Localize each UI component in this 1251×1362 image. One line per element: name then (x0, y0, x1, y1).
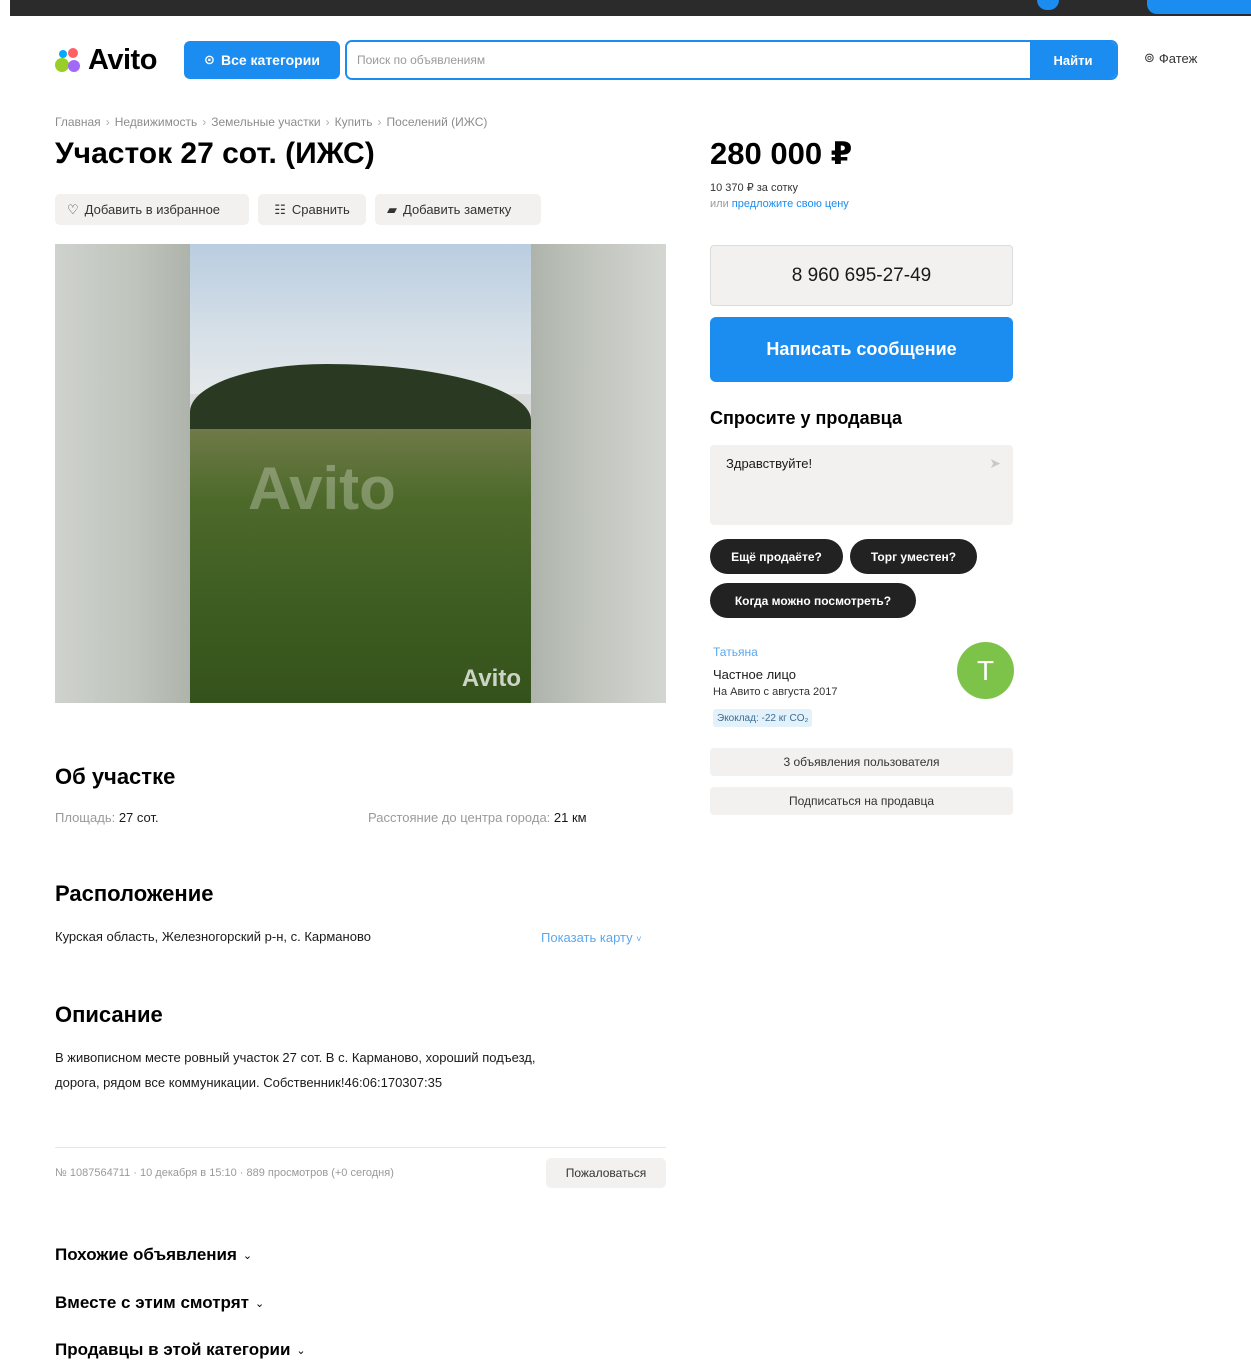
offer-price-link[interactable]: предложите свою цену (732, 198, 849, 210)
top-bar-accent (1037, 0, 1059, 10)
photo-blur-right (531, 244, 666, 703)
top-bar (10, 0, 1251, 16)
seller-type: Частное лицо (713, 667, 796, 682)
search-icon: ⊙ (204, 52, 215, 67)
write-message-button[interactable]: Написать сообщение (710, 317, 1013, 382)
report-button[interactable]: Пожаловаться (546, 1158, 666, 1188)
about-heading: Об участке (55, 764, 176, 789)
listing-photo[interactable]: Avito Avito (190, 244, 531, 703)
listing-title: Участок 27 сот. (ИЖС) (55, 137, 375, 170)
add-note-label: Добавить заметку (403, 202, 512, 217)
breadcrumb-item[interactable]: Главная (55, 115, 101, 129)
breadcrumb-item[interactable]: Недвижимость (115, 115, 198, 129)
compare-button[interactable]: ☷ Сравнить (258, 194, 366, 225)
all-categories-label: Все категории (220, 52, 320, 68)
distance-value: 21 км (553, 810, 587, 825)
listing-actions: ♡ Добавить в избранное ☷ Сравнить ▰ Доба… (55, 194, 541, 225)
also-viewed-toggle[interactable]: Вместе с этим смотрят ⌄ (55, 1293, 264, 1313)
area-param: Площадь: 27 сот. (55, 810, 159, 825)
area-value: 27 сот. (118, 810, 159, 825)
offer-price: или предложите свою цену (710, 198, 849, 210)
photo-watermark-corner: Avito (461, 665, 521, 692)
price-per-unit: 10 370 ₽ за сотку (710, 182, 798, 194)
breadcrumb-separator: › (105, 115, 110, 129)
add-to-favorites-label: Добавить в избранное (84, 202, 221, 217)
avito-logo[interactable]: Avito (55, 42, 157, 78)
ask-seller-input[interactable]: Здравствуйте! (710, 445, 980, 525)
search-input[interactable] (347, 42, 1030, 78)
listing-meta: № 1087564711 · 10 декабря в 15:10 · 889 … (55, 1167, 394, 1179)
chevron-down-icon: ˅ (636, 934, 642, 944)
description-heading: Описание (55, 1002, 163, 1027)
location-label: Фатеж (1158, 50, 1198, 66)
logo-text: Avito (88, 43, 157, 76)
distance-label: Расстояние до центра города: (368, 810, 551, 825)
also-viewed-label: Вместе с этим смотрят (55, 1293, 249, 1312)
listing-photo-gallery[interactable]: Avito Avito (55, 244, 666, 703)
top-bar-button[interactable] (1147, 0, 1251, 14)
quick-question-chip[interactable]: Торг уместен? (850, 539, 977, 574)
breadcrumb: Главная › Недвижимость › Земельные участки… (55, 115, 487, 129)
similar-listings-label: Похожие объявления (55, 1245, 237, 1264)
photo-watermark: Avito (248, 455, 396, 522)
avito-logo-icon (55, 45, 85, 75)
description-text: В живописном месте ровный участок 27 сот… (55, 1045, 655, 1095)
compare-icon: ☷ (274, 201, 286, 217)
avatar[interactable]: Т (957, 642, 1014, 699)
category-sellers-label: Продавцы в этой категории (55, 1340, 291, 1359)
area-label: Площадь: (55, 810, 116, 825)
breadcrumb-item[interactable]: Поселений (ИЖС) (387, 115, 488, 129)
seller-since: На Авито с августа 2017 (713, 686, 838, 698)
chevron-down-icon: ⌄ (296, 1344, 306, 1357)
note-icon: ▰ (387, 201, 397, 217)
breadcrumb-separator: › (325, 115, 330, 129)
search-bar: Найти (345, 40, 1118, 80)
price: 280 000 ₽ (710, 136, 853, 171)
breadcrumb-separator: › (202, 115, 207, 129)
all-categories-button[interactable]: ⊙ Все категории (184, 41, 340, 79)
breadcrumb-item[interactable]: Купить (335, 115, 373, 129)
show-map-label: Показать карту (541, 930, 633, 945)
ask-seller-heading: Спросите у продавца (710, 408, 902, 428)
description-line: дорога, рядом все коммуникации. Собствен… (55, 1075, 443, 1090)
divider (55, 1147, 666, 1148)
location-selector[interactable]: ⊚ Фатеж (1144, 50, 1197, 66)
breadcrumb-item[interactable]: Земельные участки (211, 115, 320, 129)
breadcrumb-separator: › (377, 115, 382, 129)
photo-blur-left (55, 244, 190, 703)
offer-prefix: или (710, 198, 732, 210)
chevron-down-icon: ⌄ (242, 1249, 253, 1262)
show-map-link[interactable]: Показать карту ˅ (541, 930, 642, 945)
subscribe-seller-button[interactable]: Подписаться на продавца (710, 787, 1013, 815)
compare-label: Сравнить (291, 202, 350, 217)
distance-param: Расстояние до центра города: 21 км (368, 810, 587, 825)
add-to-favorites-button[interactable]: ♡ Добавить в избранное (55, 194, 249, 225)
similar-listings-toggle[interactable]: Похожие объявления ⌄ (55, 1245, 252, 1265)
seller-name-link[interactable]: Татьяна (713, 645, 758, 659)
eco-badge[interactable]: Экоклад: -22 кг CO₂ (713, 709, 813, 727)
description-line: В живописном месте ровный участок 27 сот… (55, 1050, 536, 1065)
category-sellers-toggle[interactable]: Продавцы в этой категории ⌄ (55, 1340, 306, 1360)
heart-icon: ♡ (67, 201, 79, 217)
location-pin-icon: ⊚ (1144, 50, 1155, 65)
quick-question-chip[interactable]: Когда можно посмотреть? (710, 583, 916, 618)
chevron-down-icon: ⌄ (254, 1297, 265, 1310)
address-text: Курская область, Железногорский р-н, с. … (55, 929, 371, 944)
show-phone-button[interactable]: 8 960 695-27-49 (710, 245, 1013, 306)
search-button[interactable]: Найти (1030, 42, 1116, 78)
send-icon[interactable]: ➤ (989, 455, 1001, 472)
add-note-button[interactable]: ▰ Добавить заметку (375, 194, 541, 225)
quick-question-chip[interactable]: Ещё продаёте? (710, 539, 843, 574)
ask-seller-box: Здравствуйте! ➤ (710, 445, 1013, 525)
location-heading: Расположение (55, 881, 214, 906)
user-listings-button[interactable]: 3 объявления пользователя (710, 748, 1013, 776)
